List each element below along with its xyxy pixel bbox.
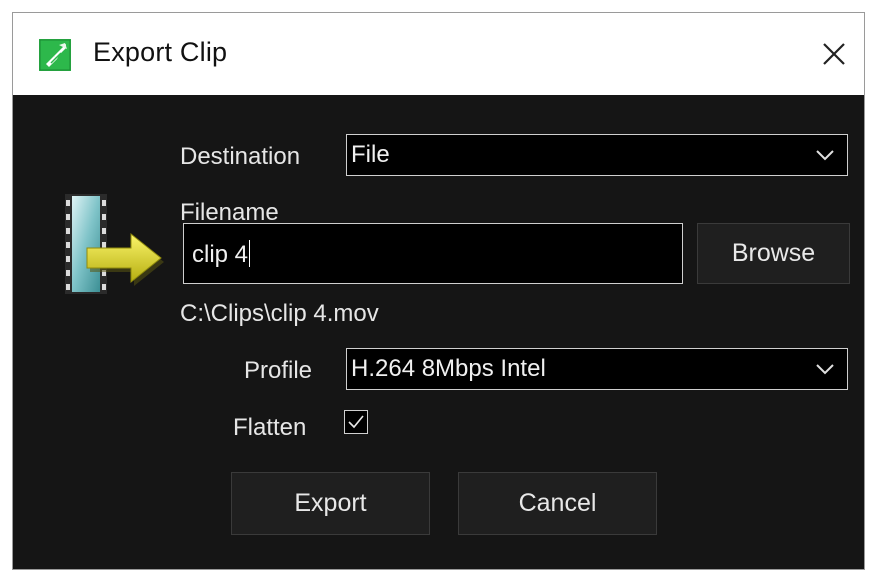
browse-button-label: Browse <box>731 239 816 267</box>
filename-input[interactable]: clip 4 <box>183 223 683 284</box>
title-bar: Export Clip <box>13 13 864 95</box>
chevron-down-icon <box>816 364 834 375</box>
output-path: C:\Clips\clip 4.mov <box>180 300 379 327</box>
film-export-arrow-icon <box>65 194 164 294</box>
destination-value: File <box>351 141 390 168</box>
flatten-checkbox[interactable] <box>344 410 368 434</box>
export-button-label: Export <box>294 489 367 517</box>
dialog-body: Destination File Filename clip 4 Browse … <box>13 95 864 569</box>
profile-label: Profile <box>244 357 313 384</box>
destination-dropdown[interactable]: File <box>346 134 848 176</box>
export-button[interactable]: Export <box>231 472 430 535</box>
export-clip-app-icon <box>39 39 71 71</box>
profile-dropdown[interactable]: H.264 8Mbps Intel <box>346 348 848 390</box>
browse-button[interactable]: Browse <box>697 223 850 284</box>
destination-label: Destination <box>180 143 301 170</box>
flatten-label: Flatten <box>233 414 307 441</box>
close-icon[interactable] <box>819 39 849 69</box>
checkmark-icon <box>348 415 364 429</box>
export-clip-dialog: Export Clip Destination File Filename cl… <box>12 12 865 570</box>
text-caret <box>249 240 251 267</box>
cancel-button-label: Cancel <box>518 489 597 517</box>
dialog-title: Export Clip <box>93 37 228 67</box>
profile-value: H.264 8Mbps Intel <box>351 355 546 382</box>
chevron-down-icon <box>816 150 834 161</box>
cancel-button[interactable]: Cancel <box>458 472 657 535</box>
filename-value: clip 4 <box>192 241 249 268</box>
